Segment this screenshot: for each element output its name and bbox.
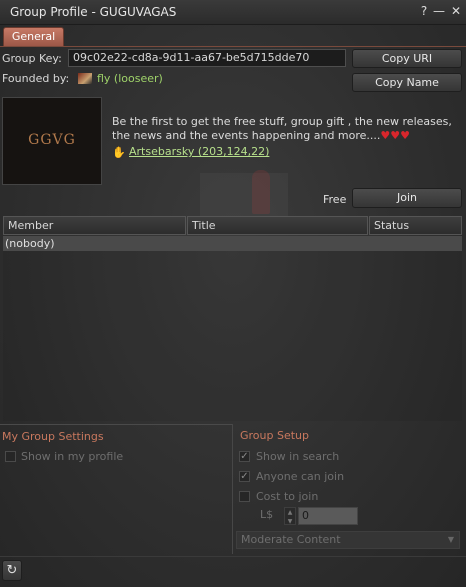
title-bar: Group Profile - GUGUVAGAS ? — ✕ — [0, 0, 466, 25]
charter-hearts: ♥♥♥ — [380, 129, 410, 142]
cost-to-join-label: Cost to join — [256, 490, 319, 503]
founder-avatar-icon — [78, 73, 92, 84]
group-charter: Be the first to get the free stuff, grou… — [112, 115, 464, 143]
group-setup-title: Group Setup — [240, 429, 310, 442]
group-key-field[interactable]: 09c02e22-cd8a-9d11-aa67-be5d715dde70 — [68, 49, 346, 67]
column-title[interactable]: Title — [187, 216, 368, 235]
fee-input[interactable]: 0 — [298, 507, 358, 525]
currency-label: L$ — [260, 508, 274, 521]
copy-name-button[interactable]: Copy Name — [352, 73, 462, 92]
founded-by-label: Founded by: — [2, 72, 70, 85]
cost-to-join-checkbox[interactable] — [239, 491, 250, 502]
chevron-down-icon: ▼ — [447, 535, 454, 544]
minimize-icon[interactable]: — — [432, 4, 446, 18]
location-link[interactable]: Artsebarsky (203,124,22) — [129, 145, 269, 158]
show-in-search-checkbox[interactable]: ✓ — [239, 451, 250, 462]
show-in-profile-label: Show in my profile — [21, 450, 124, 463]
maturity-combo[interactable]: Moderate Content ▼ — [236, 531, 460, 549]
close-icon[interactable]: ✕ — [449, 4, 463, 18]
group-key-label: Group Key: — [2, 52, 62, 65]
founder-name[interactable]: fly (looseer) — [97, 72, 163, 85]
show-in-profile-checkbox[interactable] — [5, 451, 16, 462]
background-figure — [252, 170, 270, 214]
fee-stepper[interactable]: ▲ ▼ — [284, 507, 296, 525]
window-title: Group Profile - GUGUVAGAS — [10, 5, 177, 19]
insignia-text: GGVG — [28, 132, 76, 148]
column-status[interactable]: Status — [369, 216, 462, 235]
anyone-can-join-label: Anyone can join — [256, 470, 345, 483]
maturity-value: Moderate Content — [241, 533, 341, 546]
my-group-settings-panel: My Group Settings — [0, 424, 232, 554]
refresh-icon: ↻ — [6, 563, 18, 578]
help-icon[interactable]: ? — [417, 4, 431, 18]
anyone-can-join-checkbox[interactable]: ✓ — [239, 471, 250, 482]
join-button[interactable]: Join — [352, 188, 462, 208]
membership-fee-label: Free — [323, 193, 347, 206]
group-insignia[interactable]: GGVG — [2, 97, 102, 185]
members-table[interactable]: (nobody) — [3, 236, 462, 421]
landmark-icon: ✋ — [112, 146, 126, 159]
column-member[interactable]: Member — [3, 216, 186, 235]
refresh-button[interactable]: ↻ — [2, 560, 22, 581]
table-row[interactable]: (nobody) — [3, 236, 462, 251]
tab-divider — [0, 46, 466, 47]
background-scenery — [200, 173, 288, 221]
tab-general[interactable]: General — [3, 27, 64, 47]
members-table-header: Member Title Status — [3, 216, 462, 235]
copy-uri-button[interactable]: Copy URI — [352, 49, 462, 68]
footer-divider — [0, 556, 466, 557]
show-in-search-label: Show in search — [256, 450, 340, 463]
my-group-settings-title: My Group Settings — [2, 430, 104, 443]
